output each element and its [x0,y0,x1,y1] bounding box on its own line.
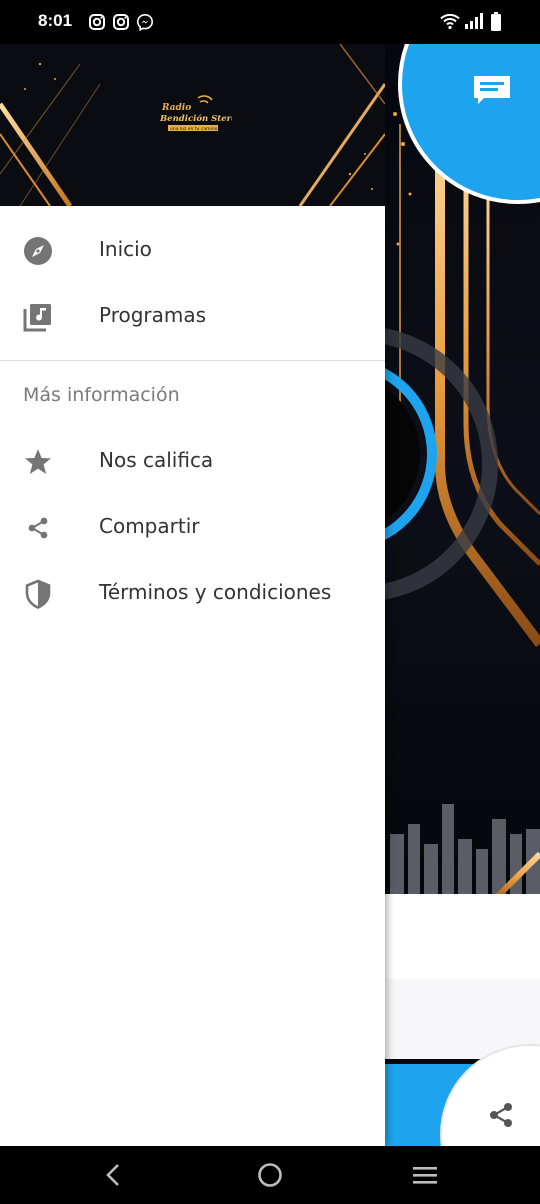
status-bar: 8:01 [0,0,540,44]
menu-item-label: Programas [99,303,207,327]
share-icon [490,1103,512,1127]
menu-item-label: Compartir [99,514,200,538]
menu-item-inicio[interactable]: Inicio [0,217,385,283]
battery-icon [491,12,501,31]
menu-item-label: Inicio [99,237,152,261]
svg-text:Radio: Radio [161,103,191,113]
signal-icon [465,13,483,29]
instagram-icon [113,14,129,30]
system-navigation-bar [0,1146,540,1204]
recents-icon[interactable] [408,1159,442,1191]
status-time: 8:01 [38,11,73,30]
messenger-icon [136,13,154,31]
menu-item-compartir[interactable]: Compartir [0,494,385,560]
menu-item-label: Nos califica [99,448,214,472]
home-icon[interactable] [253,1159,287,1191]
menu-item-label: Términos y condiciones [99,580,332,604]
menu-item-nos-califica[interactable]: Nos califica [0,428,385,494]
navigation-drawer: Radio Bendición Stereo una luz en tu cam… [0,44,385,1146]
drawer-header: Radio Bendición Stereo una luz en tu cam… [0,44,385,206]
share-icon [28,517,48,539]
back-icon[interactable] [96,1159,130,1191]
radio-logo: Radio Bendición Stereo una luz en tu cam… [159,95,232,132]
section-title: Más información [23,384,180,406]
menu-item-programas[interactable]: Programas [0,283,385,349]
svg-text:Bendición Stereo: Bendición Stereo [159,113,232,124]
divider [0,360,385,361]
svg-text:una luz en tu camino: una luz en tu camino [170,126,218,132]
chat-icon [474,76,510,104]
compass-icon [24,237,52,265]
shield-icon [25,579,51,609]
menu-item-terminos[interactable]: Términos y condiciones [0,560,385,626]
wifi-icon [440,13,460,30]
star-icon [25,449,51,474]
music-library-icon [23,304,51,332]
instagram-icon [89,14,105,30]
